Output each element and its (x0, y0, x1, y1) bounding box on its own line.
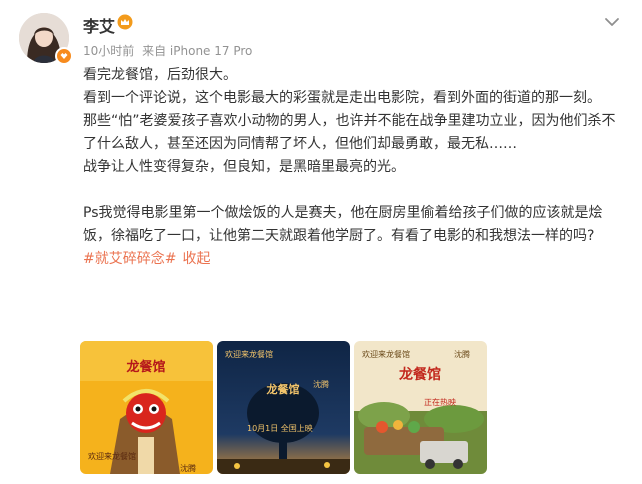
poster-date: 10月1日 全国上映 (247, 424, 313, 433)
post-meta: 10小时前 来自 iPhone 17 Pro (83, 42, 256, 59)
ps-paragraph: Ps我觉得电影里第一个做烩饭的人是赛夫，他在厨房里偷着给孩子们做的应该就是烩饭，… (83, 205, 603, 244)
poster-title: 欢迎来龙餐馆 (225, 350, 273, 359)
poster-cast: 沈腾 (313, 380, 329, 389)
paragraph: 那些“怕”老婆爱孩子喜欢小动物的男人，也许并不能在战争里建功立业，因为他们杀不了… (83, 113, 616, 152)
poster-cast: 沈腾 (454, 350, 470, 359)
svg-text:龙餐馆: 龙餐馆 (266, 382, 300, 396)
paragraph: 战争让人性变得复杂，但良知，是黑暗里最亮的光。 (83, 159, 405, 175)
poster-cast: 沈腾 (180, 464, 196, 473)
topic-link[interactable]: #就艾碎碎念# (83, 251, 176, 267)
author-name[interactable]: 李艾 (83, 13, 115, 37)
poster-title: 欢迎来龙餐馆 (362, 350, 410, 359)
image-grid: 龙餐馆 欢迎来龙餐馆 沈腾 龙餐馆 沈腾 10月1日 全国上映 欢迎来龙餐馆 龙… (80, 341, 500, 474)
poster-thumbnail-3[interactable]: 龙餐馆 欢迎来龙餐馆 沈腾 正在热映 (354, 341, 487, 474)
poster-thumbnail-1[interactable]: 龙餐馆 欢迎来龙餐馆 沈腾 (80, 341, 213, 474)
poster-thumbnail-2[interactable]: 龙餐馆 沈腾 10月1日 全国上映 欢迎来龙餐馆 (217, 341, 350, 474)
verified-badge-icon (55, 47, 73, 65)
collapse-link[interactable]: 收起 (182, 251, 210, 267)
footer-links: #就艾碎碎念# 收起 (83, 248, 628, 271)
svg-text:龙餐馆: 龙餐馆 (398, 366, 441, 383)
svg-text:龙餐馆: 龙餐馆 (126, 359, 165, 375)
post-time[interactable]: 10小时前 (83, 44, 134, 58)
poster-date: 正在热映 (424, 398, 456, 407)
paragraph: 看到一个评论说，这个电影最大的彩蛋就是走出电影院，看到外面的街道的那一刻。 (83, 90, 601, 106)
chevron-down-icon[interactable] (600, 10, 624, 34)
weibo-post: 李艾 10小时前 来自 iPhone 17 Pro 看完龙餐馆，后劲很大。 看到… (0, 0, 642, 484)
paragraph: 看完龙餐馆，后劲很大。 (83, 67, 237, 83)
post-body: 看完龙餐馆，后劲很大。 看到一个评论说，这个电影最大的彩蛋就是走出电影院，看到外… (83, 64, 628, 271)
post-source: 来自 iPhone 17 Pro (142, 44, 253, 58)
poster-title: 欢迎来龙餐馆 (88, 452, 136, 461)
crown-icon[interactable] (117, 14, 133, 30)
